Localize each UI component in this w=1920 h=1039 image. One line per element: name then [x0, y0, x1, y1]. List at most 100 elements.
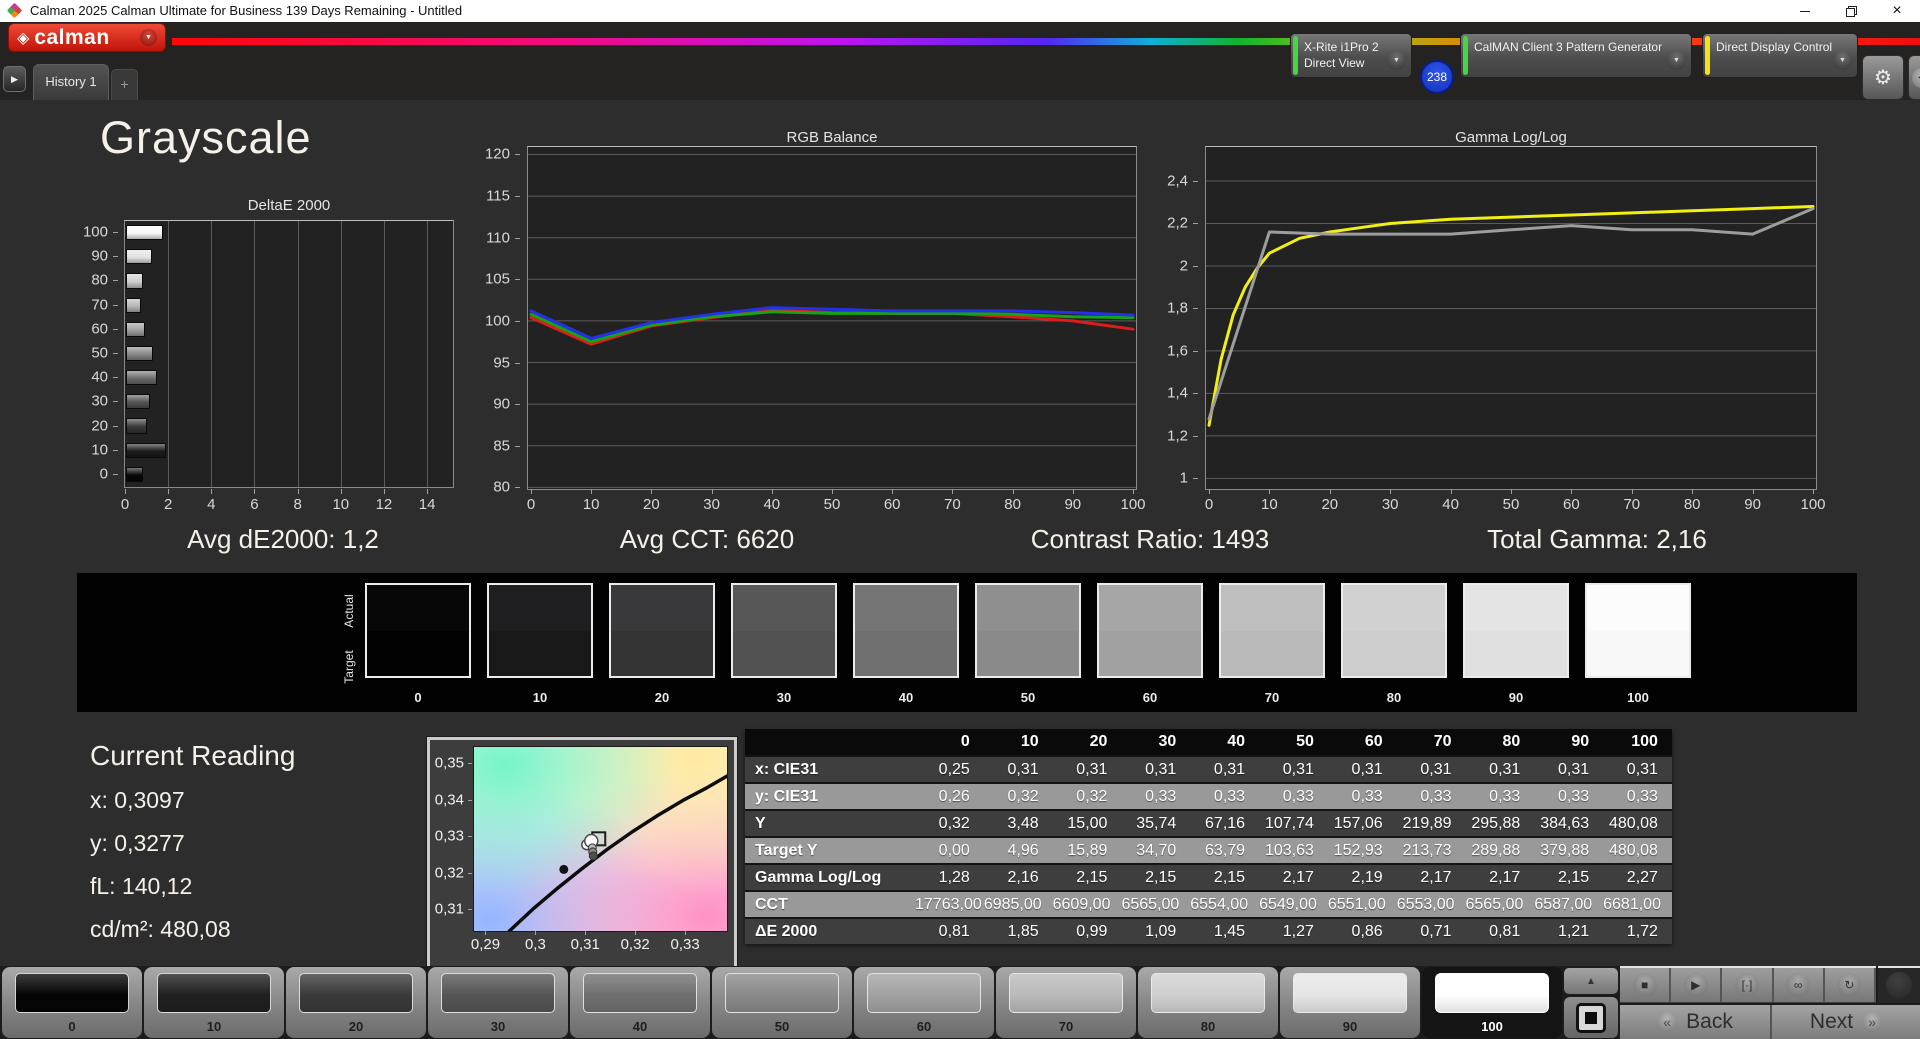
- target-swatch: [367, 630, 469, 676]
- calman-menu-button[interactable]: ◈ calman ▼: [8, 23, 166, 52]
- axis-label: 20: [91, 417, 108, 435]
- grayscale-level-button-10[interactable]: 10: [144, 967, 284, 1038]
- table-cell: 6985,00: [983, 895, 1042, 913]
- tick-mark: [531, 489, 532, 494]
- table-cell: 1,21: [1557, 922, 1590, 940]
- grayscale-level-button-70[interactable]: 70: [996, 967, 1136, 1038]
- grayscale-level-button-90[interactable]: 90: [1280, 967, 1420, 1038]
- pattern-window-button[interactable]: [1564, 997, 1618, 1038]
- actual-swatch: [367, 585, 469, 631]
- tick-mark: [468, 872, 472, 874]
- swatch-label: 80: [1386, 690, 1402, 705]
- level-label: 30: [490, 1019, 506, 1034]
- axis-label: 100: [484, 312, 510, 330]
- meter-dropdown[interactable]: X-Rite i1Pro 2 Direct View ▼: [1290, 33, 1412, 78]
- add-tab-button[interactable]: +: [111, 69, 138, 100]
- grayscale-level-button-50[interactable]: 50: [712, 967, 852, 1038]
- grayscale-level-button-0[interactable]: 0: [2, 967, 142, 1038]
- pattern-generator-dropdown[interactable]: CalMAN Client 3 Pattern Generator ▼: [1460, 33, 1692, 78]
- meter-status-bar: [1293, 36, 1298, 75]
- tick-mark: [125, 489, 126, 494]
- table-cell: 15,89: [1067, 841, 1108, 859]
- logo-dropdown-icon: ▼: [140, 29, 157, 46]
- tab-history-1[interactable]: History 1: [33, 64, 109, 100]
- column-header: 0: [960, 733, 970, 750]
- refresh-button[interactable]: ↻: [1824, 968, 1877, 1002]
- row-label: Y: [755, 814, 766, 832]
- panel-up-button[interactable]: ▲: [1564, 968, 1618, 994]
- meter-label: X-Rite i1Pro 2 Direct View: [1304, 39, 1379, 71]
- table-cell: 157,06: [1333, 814, 1383, 832]
- grayscale-level-button-20[interactable]: 20: [286, 967, 426, 1038]
- axis-label: 10: [582, 496, 600, 513]
- minimize-button[interactable]: [1782, 0, 1828, 22]
- tick-mark: [1012, 489, 1014, 494]
- refresh-icon: ↻: [1837, 973, 1862, 997]
- actual-swatch: [733, 585, 835, 631]
- axis-label: 2,4: [1167, 172, 1188, 190]
- rgb-xlabels: 0 10 20 30 40 50 60 70 80 90 100: [527, 489, 1146, 515]
- axis-label: 20: [1321, 496, 1339, 513]
- tick-mark: [515, 445, 520, 447]
- axis-label: 0,29: [470, 936, 501, 953]
- swatch-square: [975, 583, 1081, 678]
- actual-swatch: [1343, 585, 1445, 631]
- continuous-button[interactable]: ∞: [1773, 968, 1825, 1002]
- back-button[interactable]: « Back: [1620, 1005, 1772, 1039]
- reading-fl: fL: 140,12: [90, 873, 193, 899]
- tick-mark: [1450, 489, 1452, 494]
- table-header-row: 0 10 20 30 40 50 60 70 80 90 100: [745, 729, 1672, 755]
- axis-label: 30: [703, 496, 720, 513]
- display-control-dropdown[interactable]: Direct Display Control ▼: [1702, 33, 1858, 78]
- next-button[interactable]: Next »: [1772, 1005, 1920, 1039]
- pattern-window-icon: [1576, 1002, 1606, 1033]
- table-row: CCT 17763,00 6985,00 6609,00 6565,00 6554,00 6…: [745, 890, 1672, 917]
- stop-button[interactable]: ■: [1620, 968, 1672, 1002]
- table-cell: 0,31: [1145, 760, 1177, 778]
- play-button[interactable]: ▶: [1671, 968, 1723, 1002]
- target-swatch: [855, 630, 957, 676]
- table-cell: 2,15: [1213, 868, 1246, 886]
- row-label: Target Y: [755, 841, 818, 859]
- target-swatch: [1221, 630, 1323, 676]
- axis-label: 0,31: [570, 936, 600, 953]
- collapse-panel-button[interactable]: ◀: [1908, 55, 1920, 100]
- table-cell: 6553,00: [1396, 895, 1455, 913]
- column-header: 80: [1502, 733, 1521, 750]
- table-cell: 0,99: [1076, 922, 1108, 940]
- level-swatch: [157, 973, 271, 1013]
- deltae-ylabels: 100 90 80 70 60 50 40 30 20 10 0: [56, 220, 118, 488]
- close-button[interactable]: ×: [1874, 0, 1920, 22]
- grayscale-level-button-40[interactable]: 40: [570, 967, 710, 1038]
- step-button[interactable]: [·]: [1722, 968, 1774, 1002]
- settings-button[interactable]: ⚙: [1862, 55, 1904, 100]
- table-cell: 4,96: [1007, 841, 1039, 859]
- tick-mark: [1511, 489, 1512, 494]
- table-cell: 0,31: [1557, 760, 1590, 778]
- tab-scroll-button[interactable]: ▶: [3, 66, 26, 92]
- gamma-ylabels: 2,4 2,2 2 1,8 1,6 1,4 1,2 1: [1136, 147, 1198, 489]
- reading-x: x: 0,3097: [90, 787, 185, 813]
- cie-ylabels: 0,35 0,34 0,33 0,32 0,31: [428, 747, 472, 931]
- table-cell: 480,08: [1609, 841, 1658, 859]
- table-cell: 0,86: [1351, 922, 1383, 940]
- swatch-square: [1219, 583, 1325, 678]
- table-cell: 0,33: [1489, 787, 1521, 805]
- restore-button[interactable]: [1828, 0, 1874, 22]
- grayscale-level-button-30[interactable]: 30: [428, 967, 568, 1038]
- axis-label: 10: [1261, 496, 1278, 513]
- grayscale-level-button-100[interactable]: 100: [1422, 967, 1562, 1038]
- tick-mark: [1269, 489, 1271, 494]
- row-label: Gamma Log/Log: [755, 868, 882, 886]
- axis-label: 10: [91, 441, 108, 459]
- tick-mark: [892, 489, 894, 494]
- window-controls: ×: [1782, 0, 1920, 22]
- play-icon: ▶: [11, 73, 18, 84]
- tick-mark: [952, 489, 954, 494]
- grayscale-level-button-60[interactable]: 60: [854, 967, 994, 1038]
- tick-mark: [113, 353, 118, 354]
- tick-mark: [1193, 180, 1198, 182]
- deltae-bar: [126, 466, 144, 482]
- page-title: Grayscale: [100, 112, 312, 163]
- grayscale-level-button-80[interactable]: 80: [1138, 967, 1278, 1038]
